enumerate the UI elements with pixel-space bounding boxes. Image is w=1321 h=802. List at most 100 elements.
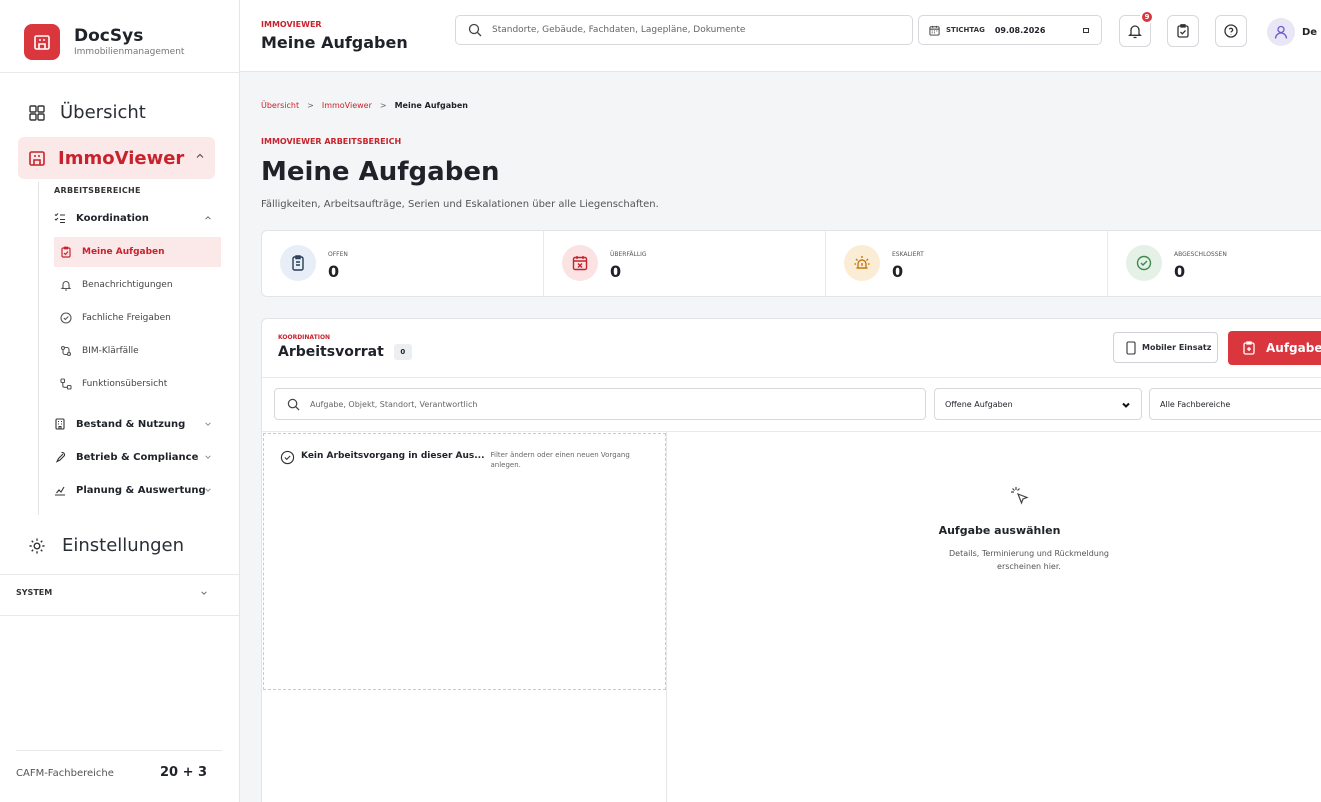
bell-icon	[60, 281, 72, 291]
topbar-kicker: IMMOVIEWER	[261, 20, 322, 29]
brand-name: DocSys	[74, 26, 144, 46]
detail-desc: Details, Terminierung und Rückmeldung er…	[949, 549, 1109, 571]
task-search[interactable]	[274, 388, 926, 420]
detail-title: Aufgabe auswählen	[938, 524, 1061, 537]
date-label: STICHTAG	[946, 26, 985, 34]
nav-overview-label: Übersicht	[60, 102, 146, 123]
stat-eskaliert[interactable]: ESKALIERT 0	[826, 231, 1108, 296]
notifications-button[interactable]: 9	[1119, 10, 1154, 47]
smartphone-icon	[1126, 340, 1136, 355]
panel-count-badge: 0	[393, 344, 412, 360]
nav-group-label: Betrieb & Compliance	[76, 451, 199, 463]
nav-system[interactable]: SYSTEM	[16, 588, 216, 597]
notification-badge: 9	[1140, 10, 1154, 24]
stat-value: 0	[892, 262, 904, 281]
nav-benachrichtigungen[interactable]: Benachrichtigungen	[54, 270, 221, 300]
chart-icon	[55, 486, 65, 496]
check-circle-icon	[280, 450, 295, 465]
chevron-up-icon	[205, 216, 211, 220]
nav-bestand-nutzung[interactable]: Bestand & Nutzung	[54, 418, 216, 430]
stat-label: OFFEN	[328, 251, 348, 258]
nav-settings-label: Einstellungen	[62, 535, 185, 556]
breadcrumb-current: Meine Aufgaben	[394, 101, 468, 110]
stat-ueberfaellig[interactable]: ÜBERFÄLLIG 0	[544, 231, 826, 296]
user-icon	[1274, 25, 1288, 39]
stat-icon-bg	[1126, 245, 1162, 281]
calendar-toggle-icon[interactable]	[1083, 28, 1089, 33]
divider	[262, 377, 1321, 378]
nav-system-label: SYSTEM	[16, 588, 53, 597]
gear-icon	[29, 538, 45, 553]
chevron-down-icon	[205, 455, 211, 459]
divider	[0, 574, 239, 575]
calendar-icon	[929, 25, 940, 36]
brand[interactable]: DocSys Immobilienmanagement	[24, 24, 184, 60]
area-filter-select[interactable]: Alle Fachbereiche	[1149, 388, 1321, 420]
global-search-input[interactable]	[492, 25, 892, 35]
nav-bim-klaerfaelle[interactable]: BIM-Klärfälle	[54, 336, 221, 366]
nav-group-label: ImmoViewer	[58, 147, 185, 169]
panel-title-row: Arbeitsvorrat 0	[278, 344, 412, 360]
nav-koordination-label: Koordination	[76, 212, 149, 224]
date-picker[interactable]: STICHTAG 09.08.2026	[918, 15, 1102, 45]
grid-icon	[29, 104, 45, 121]
divider	[16, 750, 222, 751]
nav-group-immoviewer[interactable]: ImmoViewer	[18, 137, 215, 179]
chevron-down-icon	[1122, 402, 1130, 408]
empty-state-box: Kein Arbeitsvorgang in dieser Aus... Fil…	[263, 433, 666, 690]
global-search[interactable]	[455, 15, 913, 45]
bell-icon	[1128, 25, 1142, 39]
nav-funktionsuebersicht[interactable]: Funktionsübersicht	[54, 369, 221, 399]
status-filter-select[interactable]: Offene Aufgaben	[934, 388, 1142, 420]
add-task-button[interactable]: Aufgabe anlegen	[1228, 331, 1321, 365]
nav-meine-aufgaben[interactable]: Meine Aufgaben	[54, 237, 221, 267]
task-list: Kein Arbeitsvorgang in dieser Aus... Fil…	[262, 432, 667, 802]
mobile-mode-button[interactable]: Mobiler Einsatz	[1113, 332, 1218, 363]
leaf-label: Benachrichtigungen	[82, 280, 173, 290]
search-icon	[468, 23, 482, 37]
brand-subtitle: Immobilienmanagement	[74, 47, 185, 57]
topbar-title: Meine Aufgaben	[261, 33, 408, 52]
task-detail: Aufgabe auswählen Details, Terminierung …	[667, 432, 1321, 802]
search-icon	[287, 398, 300, 410]
nav-fachliche-freigaben[interactable]: Fachliche Freigaben	[54, 303, 221, 333]
calendar-x-icon	[572, 256, 588, 271]
stat-abgeschlossen[interactable]: ABGESCHLOSSEN 0	[1108, 231, 1321, 296]
divider	[0, 72, 239, 73]
divider	[0, 615, 239, 616]
nav-group-label: Planung & Auswertung	[76, 484, 206, 496]
building-logo-icon	[24, 24, 60, 60]
tasks-button[interactable]	[1167, 15, 1199, 47]
nav-overview[interactable]: Übersicht	[28, 102, 146, 123]
add-task-label: Aufgabe anlegen	[1266, 341, 1321, 355]
panel-kicker: KOORDINATION	[278, 334, 331, 341]
nav-planung-auswertung[interactable]: Planung & Auswertung	[54, 484, 216, 496]
panel-title: Arbeitsvorrat	[278, 344, 384, 360]
check-circle-icon	[1136, 255, 1152, 271]
checklist-icon	[54, 213, 65, 224]
breadcrumb-link[interactable]: ImmoViewer	[322, 101, 372, 110]
leaf-label: Fachliche Freigaben	[82, 313, 171, 323]
nav-indent-line	[38, 182, 39, 515]
task-search-input[interactable]	[310, 399, 910, 409]
stat-offen[interactable]: OFFEN 0	[262, 231, 544, 296]
user-name[interactable]: De	[1302, 27, 1317, 38]
clipboard-check-icon	[61, 246, 71, 258]
pointer-click-icon	[1011, 487, 1029, 505]
nav-koordination[interactable]: Koordination	[54, 212, 216, 224]
nav-betrieb-compliance[interactable]: Betrieb & Compliance	[54, 451, 216, 463]
help-button[interactable]	[1215, 15, 1247, 47]
clipboard-list-icon	[292, 255, 304, 271]
stat-label: ÜBERFÄLLIG	[610, 251, 647, 258]
user-avatar[interactable]	[1267, 18, 1295, 46]
status-filter-value: Offene Aufgaben	[945, 399, 1013, 409]
nav-settings[interactable]: Einstellungen	[28, 535, 184, 556]
page-title: Meine Aufgaben	[261, 157, 500, 187]
breadcrumb-link[interactable]: Übersicht	[261, 101, 299, 110]
breadcrumb: Übersicht > ImmoViewer > Meine Aufgaben	[261, 101, 476, 110]
date-value: 09.08.2026	[994, 25, 1046, 35]
stat-value: 0	[328, 262, 340, 281]
stat-value: 0	[1174, 262, 1186, 281]
stat-icon-bg	[280, 245, 316, 281]
stat-icon-bg	[562, 245, 598, 281]
